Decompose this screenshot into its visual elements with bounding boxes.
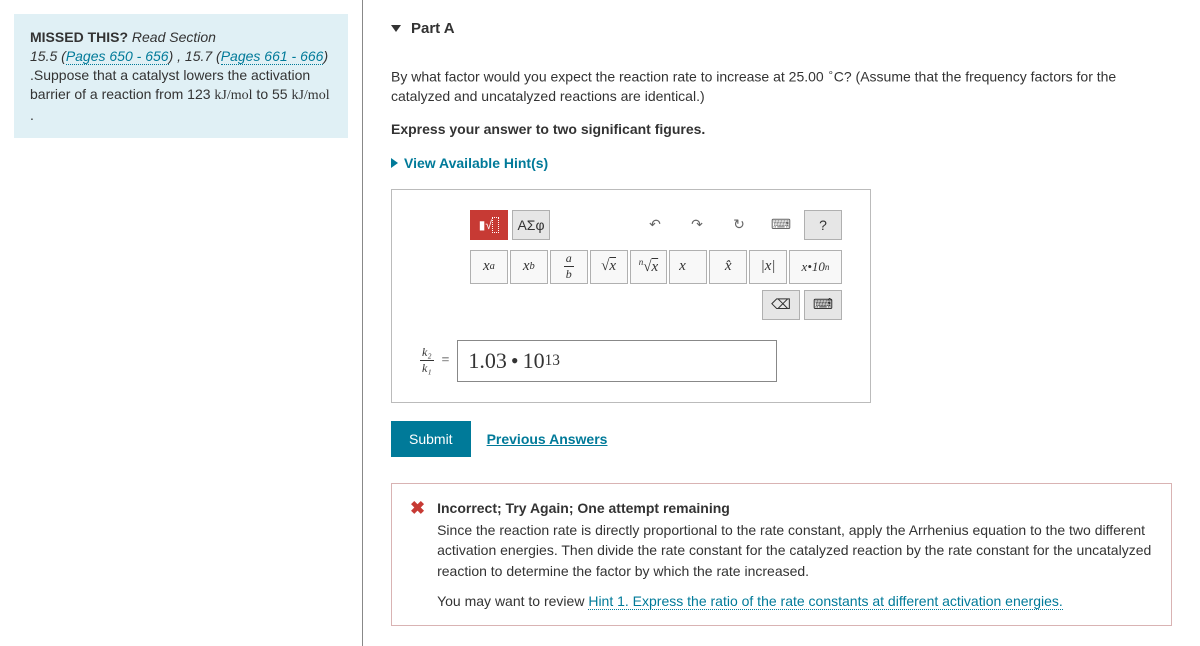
pages-link-1[interactable]: Pages 650 - 656 (66, 48, 169, 65)
answer-math-box: ▮√ ΑΣφ ↶ ↷ ↻ ⌨ ? xa xb ab √x n√x x⃗ x̂ |… (391, 189, 871, 403)
toolbar-row-1: ▮√ ΑΣφ ↶ ↷ ↻ ⌨ ? (420, 210, 842, 240)
chevron-down-icon (391, 25, 401, 32)
review-pre: You may want to review (437, 593, 588, 609)
keyboard-button[interactable]: ⌨ (762, 210, 800, 240)
pages-link-2[interactable]: Pages 661 - 666 (221, 48, 324, 65)
greek-mode-button[interactable]: ΑΣφ (512, 210, 550, 240)
unit-2: kJ/mol (291, 88, 329, 103)
previous-answers-link[interactable]: Previous Answers (487, 431, 608, 447)
unit-1: kJ/mol (214, 88, 252, 103)
feedback-title: Incorrect; Try Again; One attempt remain… (437, 498, 1153, 518)
help-button[interactable]: ? (804, 210, 842, 240)
superscript-button[interactable]: xa (470, 250, 508, 284)
hat-button[interactable]: x̂ (709, 250, 747, 284)
sec2-num: 15.7 ( (185, 48, 221, 64)
redo-button[interactable]: ↷ (678, 210, 716, 240)
subscript-button[interactable]: xb (510, 250, 548, 284)
sqrt-button[interactable]: √x (590, 250, 628, 284)
answer-input[interactable]: 1.03•1013 (457, 340, 777, 382)
keyboard-small-button[interactable]: ⌨̂ (804, 290, 842, 320)
fraction-button[interactable]: ab (550, 250, 588, 284)
toolbar-row-3: ⌫ ⌨̂ (420, 290, 842, 320)
answer-row: k₂ k₁ = 1.03•1013 (420, 340, 842, 382)
button-row: Submit Previous Answers (391, 421, 1172, 457)
sci-notation-button[interactable]: x•10n (789, 250, 842, 284)
reset-button[interactable]: ↻ (720, 210, 758, 240)
ratio-label: k₂ k₁ (420, 345, 434, 376)
nthroot-button[interactable]: n√x (630, 250, 668, 284)
part-header[interactable]: Part A (391, 20, 1172, 37)
backspace-button[interactable]: ⌫ (762, 290, 800, 320)
template-mode-button[interactable]: ▮√ (470, 210, 508, 240)
question-text: By what factor would you expect the reac… (391, 67, 1172, 107)
abs-button[interactable]: |x| (749, 250, 787, 284)
read-section: Read Section (128, 29, 216, 45)
undo-button[interactable]: ↶ (636, 210, 674, 240)
info-box: MISSED THIS? Read Section 15.5 (Pages 65… (14, 14, 348, 138)
toolbar-row-2: xa xb ab √x n√x x⃗ x̂ |x| x•10n (420, 250, 842, 284)
answer-panel: Part A By what factor would you expect t… (363, 0, 1200, 646)
question-info-panel: MISSED THIS? Read Section 15.5 (Pages 65… (0, 0, 362, 646)
incorrect-icon: ✖ (410, 498, 425, 519)
feedback-body: Since the reaction rate is directly prop… (437, 520, 1153, 581)
feedback-box: ✖ Incorrect; Try Again; One attempt rema… (391, 483, 1172, 626)
vector-button[interactable]: x⃗ (669, 250, 707, 284)
sec1-num: 15.5 ( (30, 48, 66, 64)
part-title: Part A (411, 20, 455, 37)
view-hints-toggle[interactable]: View Available Hint(s) (391, 155, 1172, 171)
review-hint-link[interactable]: Hint 1. Express the ratio of the rate co… (588, 593, 1062, 610)
chevron-right-icon (391, 158, 398, 168)
equals-sign: = (442, 353, 450, 369)
instructions: Express your answer to two significant f… (391, 121, 1172, 137)
missed-label: MISSED THIS? (30, 29, 128, 45)
submit-button[interactable]: Submit (391, 421, 471, 457)
